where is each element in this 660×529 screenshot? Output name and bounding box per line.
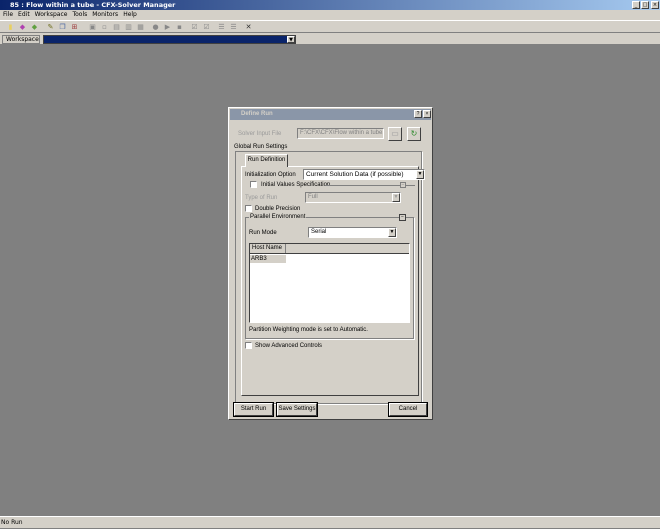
play-icon[interactable]: ▶: [163, 23, 172, 31]
status-bar: No Run: [0, 516, 660, 528]
check-icon[interactable]: ☑: [190, 23, 199, 31]
start-run-button[interactable]: Start Run: [234, 403, 273, 416]
table-row[interactable]: ARB3: [250, 255, 286, 263]
minimize-button[interactable]: _: [632, 1, 640, 9]
tool-icon[interactable]: ▥: [124, 23, 133, 31]
menu-edit[interactable]: Edit: [18, 11, 30, 18]
run-mode-label: Run Mode: [249, 230, 277, 236]
tool-icon[interactable]: ▫: [100, 23, 109, 31]
chevron-down-icon[interactable]: ▼: [287, 36, 295, 43]
maximize-button[interactable]: □: [641, 1, 649, 9]
type-of-run-select[interactable]: Full ▼: [305, 192, 401, 203]
table-header: Host Name: [250, 244, 409, 254]
toolbar: ▮ ◆ ◆ ✎ ❐ ⊞ ▣ ▫ ▤ ▥ ▦ ● ▶ ▪ ☑ ☑ ☰ ☰ ✕: [0, 20, 660, 33]
initial-values-checkbox[interactable]: [250, 181, 257, 188]
global-run-settings-label: Global Run Settings: [234, 144, 288, 150]
dialog-close-button[interactable]: ×: [423, 110, 431, 118]
chevron-down-icon[interactable]: ▼: [416, 170, 424, 179]
app-title-bar: 85 : Flow within a tube - CFX-Solver Man…: [0, 0, 660, 10]
parallel-environment-label: Parallel Environment: [249, 213, 307, 221]
type-of-run-label: Type of Run: [245, 195, 278, 201]
tool-icon[interactable]: ▦: [136, 23, 145, 31]
collapse-icon[interactable]: −: [400, 182, 406, 188]
type-of-run-value: Full: [308, 194, 318, 200]
tree-icon[interactable]: ⊞: [70, 23, 79, 31]
workspace-bar: Workspace ▼: [0, 33, 660, 45]
reload-button[interactable]: ↻: [407, 127, 421, 141]
chevron-down-icon[interactable]: ▼: [388, 228, 396, 237]
copy-icon[interactable]: ❐: [58, 23, 67, 31]
dialog-title: Define Run: [241, 111, 273, 117]
solver-input-field[interactable]: F:\CFX\CFX\Flow within a tube.def: [297, 128, 384, 139]
host-table[interactable]: Host Name ARB3: [249, 243, 410, 323]
menu-tools[interactable]: Tools: [72, 11, 87, 18]
partition-note: Partition Weighting mode is set to Autom…: [249, 327, 368, 333]
workspace-select[interactable]: ▼: [43, 35, 296, 44]
tool-icon[interactable]: ▤: [112, 23, 121, 31]
init-option-label: Initialization Option: [245, 172, 296, 178]
close-button[interactable]: ×: [651, 1, 659, 9]
menu-monitors[interactable]: Monitors: [92, 11, 118, 18]
run-mode-select[interactable]: Serial ▼: [308, 227, 397, 238]
menu-help[interactable]: Help: [123, 11, 137, 18]
new-icon[interactable]: ▮: [6, 23, 15, 31]
workspace-label: Workspace: [2, 35, 40, 44]
init-option-value: Current Solution Data (if possible): [306, 171, 404, 178]
init-option-select[interactable]: Current Solution Data (if possible) ▼: [303, 169, 425, 180]
menu-bar: File Edit Workspace Tools Monitors Help: [0, 10, 660, 20]
globe-icon[interactable]: ●: [151, 23, 160, 31]
tool-icon[interactable]: ▣: [88, 23, 97, 31]
save-icon[interactable]: ▪: [175, 23, 184, 31]
recent-icon[interactable]: ◆: [30, 23, 39, 31]
browse-folder-button[interactable]: ▭: [388, 127, 402, 141]
menu-file[interactable]: File: [3, 11, 13, 18]
cancel-button[interactable]: Cancel: [389, 403, 427, 416]
app-title: 85 : Flow within a tube - CFX-Solver Man…: [10, 1, 176, 9]
check-edit-icon[interactable]: ☑: [202, 23, 211, 31]
chevron-down-icon[interactable]: ▼: [392, 193, 400, 202]
edit-icon[interactable]: ✎: [46, 23, 55, 31]
close-icon[interactable]: ✕: [244, 23, 253, 31]
open-icon[interactable]: ◆: [18, 23, 27, 31]
list-icon[interactable]: ☰: [229, 23, 238, 31]
run-mode-value: Serial: [311, 229, 327, 235]
tab-run-definition[interactable]: Run Definition: [245, 154, 288, 167]
menu-workspace[interactable]: Workspace: [35, 11, 68, 18]
list-icon[interactable]: ☰: [217, 23, 226, 31]
column-host-name[interactable]: Host Name: [250, 244, 286, 253]
initial-values-label: Initial Values Specification: [261, 182, 331, 188]
collapse-icon[interactable]: −: [399, 214, 406, 221]
dialog-title-bar: Define Run: [230, 109, 431, 120]
double-precision-checkbox[interactable]: [245, 205, 252, 212]
double-precision-label: Double Precision: [255, 206, 301, 212]
advanced-controls-label: Show Advanced Controls: [255, 343, 323, 349]
advanced-controls-checkbox[interactable]: [245, 342, 252, 349]
save-settings-button[interactable]: Save Settings: [277, 403, 317, 416]
solver-input-label: Solver Input File: [238, 131, 282, 137]
help-button[interactable]: ?: [414, 110, 422, 118]
define-run-dialog: Define Run ? × Solver Input File F:\CFX\…: [228, 107, 433, 420]
status-text: No Run: [1, 519, 23, 526]
